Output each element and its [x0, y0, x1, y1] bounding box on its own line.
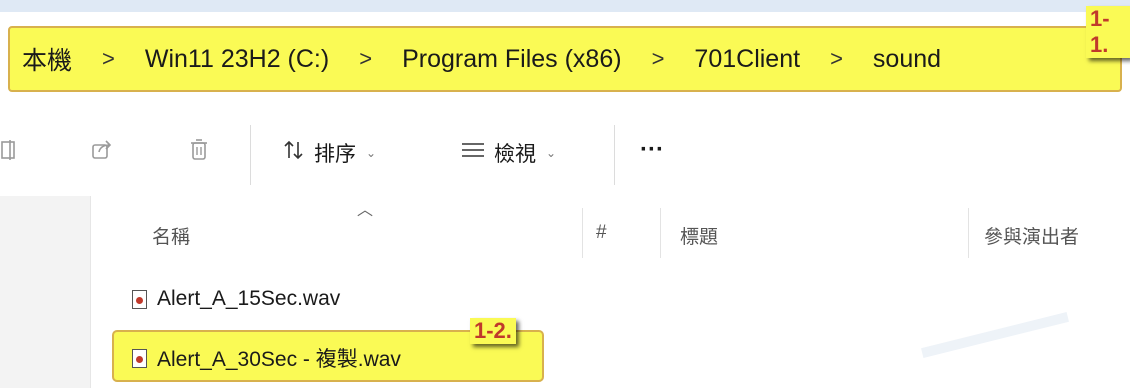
breadcrumb-item-this-pc[interactable]: 本機 — [22, 41, 72, 77]
toolbar-divider — [614, 125, 615, 185]
navigation-pane[interactable] — [0, 196, 91, 388]
sort-label: 排序 — [314, 143, 356, 166]
audio-file-icon — [132, 289, 147, 309]
sort-icon — [282, 138, 306, 168]
column-divider[interactable] — [582, 208, 583, 258]
sort-button[interactable]: 排序 ⌄ — [282, 138, 376, 168]
breadcrumb-item-program-files[interactable]: Program Files (x86) — [402, 45, 622, 74]
share-icon[interactable] — [90, 138, 114, 168]
file-row[interactable]: Alert_A_30Sec - 複製.wav — [132, 343, 401, 373]
toolbar-divider — [250, 125, 251, 185]
delete-icon[interactable] — [188, 138, 210, 168]
breadcrumb-separator: > — [830, 46, 843, 71]
rename-icon[interactable] — [0, 138, 22, 168]
column-header-number[interactable]: # — [596, 222, 607, 244]
breadcrumb-item-drive[interactable]: Win11 23H2 (C:) — [145, 45, 329, 74]
breadcrumb-item-sound[interactable]: sound — [873, 45, 941, 74]
column-header-name[interactable]: 名稱 — [152, 222, 190, 249]
annotation-tag-1-2: 1-2. — [470, 318, 516, 344]
more-options-button[interactable]: ··· — [640, 136, 664, 164]
sort-ascending-icon: ︿ — [357, 202, 374, 219]
breadcrumb-separator: > — [102, 46, 115, 71]
audio-file-icon — [132, 348, 147, 368]
breadcrumb-item-701client[interactable]: 701Client — [694, 45, 800, 74]
file-row[interactable]: Alert_A_15Sec.wav — [132, 287, 340, 311]
column-divider[interactable] — [968, 208, 969, 258]
view-icon — [460, 140, 486, 166]
column-divider[interactable] — [660, 208, 661, 258]
view-label: 檢視 — [494, 143, 536, 166]
column-header-contributing-artists[interactable]: 參與演出者 — [984, 222, 1079, 249]
column-header-title[interactable]: 標題 — [680, 222, 718, 249]
chevron-down-icon: ⌄ — [366, 146, 377, 160]
annotation-tag-1-1: 1-1. — [1086, 6, 1130, 58]
file-name: Alert_A_15Sec.wav — [157, 287, 341, 310]
breadcrumb[interactable]: 本機 > Win11 23H2 (C:) > Program Files (x8… — [8, 26, 1122, 92]
breadcrumb-separator: > — [651, 46, 665, 71]
breadcrumb-separator: > — [359, 46, 373, 71]
command-bar — [0, 115, 1130, 195]
chevron-down-icon: ⌄ — [546, 146, 557, 160]
view-button[interactable]: 檢視 ⌄ — [460, 138, 556, 168]
file-name: Alert_A_30Sec - 複製.wav — [157, 348, 401, 371]
